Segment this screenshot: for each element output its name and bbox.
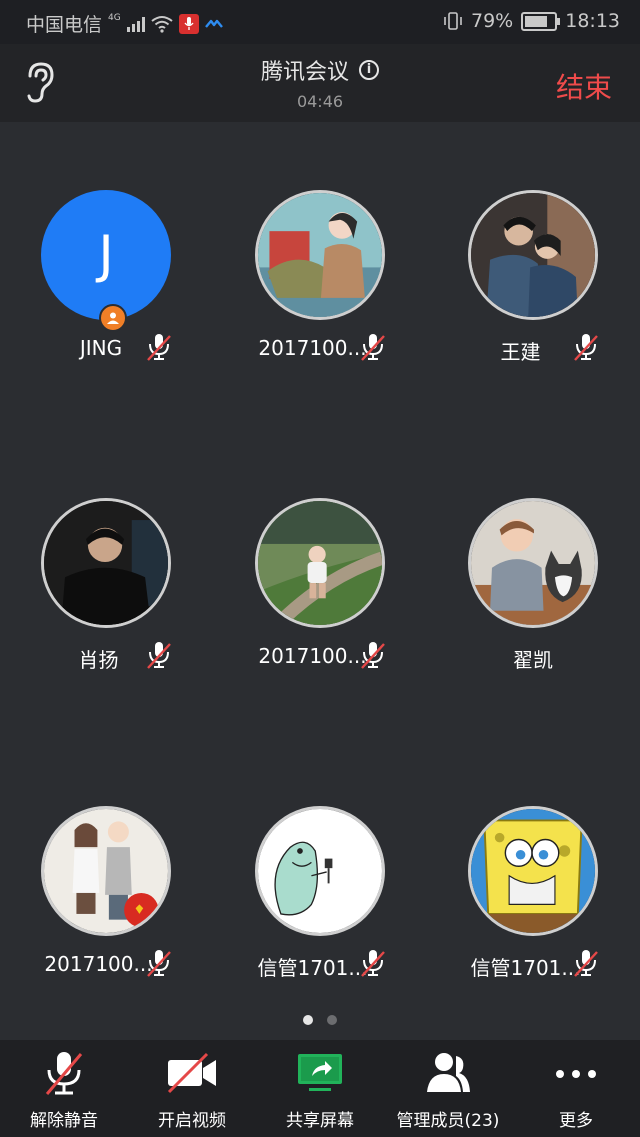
avatar <box>255 190 385 320</box>
vibrate-icon <box>444 12 462 30</box>
avatar <box>41 498 171 628</box>
start-video-label: 开启视频 <box>158 1111 226 1131</box>
more-button[interactable]: 更多 <box>512 1040 640 1137</box>
meeting-app-icon <box>204 19 223 28</box>
battery-percent: 79% <box>471 10 514 32</box>
avatar <box>468 498 598 628</box>
participant-tile[interactable]: 信管1701... <box>433 806 633 1006</box>
muted-mic-icon <box>574 334 598 361</box>
clock: 18:13 <box>565 10 620 32</box>
participant-name: 翟凯 <box>513 648 553 672</box>
muted-mic-icon <box>361 950 385 977</box>
share-screen-button[interactable]: 共享屏幕 <box>256 1040 384 1137</box>
bottom-toolbar: 解除静音 开启视频 共享屏幕 管理成员(23) 更多 <box>0 1040 640 1137</box>
muted-mic-icon <box>361 334 385 361</box>
muted-mic-icon <box>147 950 171 977</box>
share-screen-label: 共享屏幕 <box>286 1111 354 1131</box>
video-off-icon <box>167 1052 216 1094</box>
network-type: 4G <box>108 12 121 23</box>
participant-name: 信管1701... <box>257 956 368 980</box>
share-screen-icon <box>298 1054 342 1091</box>
participant-name: 王建 <box>500 340 541 364</box>
more-label: 更多 <box>559 1111 593 1131</box>
participant-name: 信管1701... <box>470 956 581 980</box>
avatar <box>468 806 598 936</box>
meeting-duration: 04:46 <box>296 92 344 111</box>
unmute-label: 解除静音 <box>30 1111 98 1131</box>
meeting-title: 腾讯会议 <box>260 60 349 85</box>
participant-tile[interactable]: 2017100... <box>6 806 206 1006</box>
avatar <box>41 806 171 936</box>
avatar <box>255 806 385 936</box>
end-meeting-button[interactable]: 结束 <box>556 66 612 106</box>
page-dot[interactable] <box>327 1015 337 1025</box>
participant-tile[interactable]: 王建 <box>433 190 633 390</box>
wifi-icon <box>151 15 173 33</box>
muted-mic-icon <box>361 642 385 669</box>
meeting-header: 腾讯会议 i 04:46 结束 <box>0 44 640 122</box>
participant-name: JING <box>79 336 123 360</box>
muted-mic-icon <box>147 334 171 361</box>
manage-members-label: 管理成员(23) <box>396 1111 500 1131</box>
members-icon <box>427 1053 470 1092</box>
participant-name: 肖扬 <box>78 648 119 672</box>
participant-tile[interactable]: 肖扬 <box>6 498 206 698</box>
status-bar: 中国电信 4G 79% 18:13 <box>0 0 640 44</box>
participant-tile[interactable]: 翟凯 <box>433 498 633 698</box>
page-dot-active[interactable] <box>303 1015 313 1025</box>
avatar: J <box>41 190 171 320</box>
page-indicator <box>0 1015 640 1025</box>
participant-name: 2017100... <box>44 952 153 976</box>
participant-tile[interactable]: 信管1701... <box>220 806 420 1006</box>
muted-mic-icon <box>147 642 171 669</box>
info-icon[interactable]: i <box>359 60 379 80</box>
muted-mic-icon <box>45 1052 83 1095</box>
participant-tile[interactable]: 2017100... <box>220 498 420 698</box>
participant-name: 2017100... <box>258 644 367 668</box>
muted-mic-icon <box>574 950 598 977</box>
avatar <box>255 498 385 628</box>
more-dots-icon <box>556 1070 596 1078</box>
participant-name: 2017100... <box>258 336 367 360</box>
host-icon <box>99 304 127 332</box>
participant-tile[interactable]: 2017100... <box>220 190 420 390</box>
participant-tile[interactable]: J JING <box>6 190 206 390</box>
avatar <box>468 190 598 320</box>
start-video-button[interactable]: 开启视频 <box>128 1040 256 1137</box>
manage-members-button[interactable]: 管理成员(23) <box>384 1040 512 1137</box>
unmute-button[interactable]: 解除静音 <box>0 1040 128 1137</box>
mic-recording-icon <box>178 13 199 34</box>
carrier-label: 中国电信 <box>26 14 103 36</box>
signal-icon <box>126 16 145 32</box>
battery-icon <box>521 11 561 31</box>
